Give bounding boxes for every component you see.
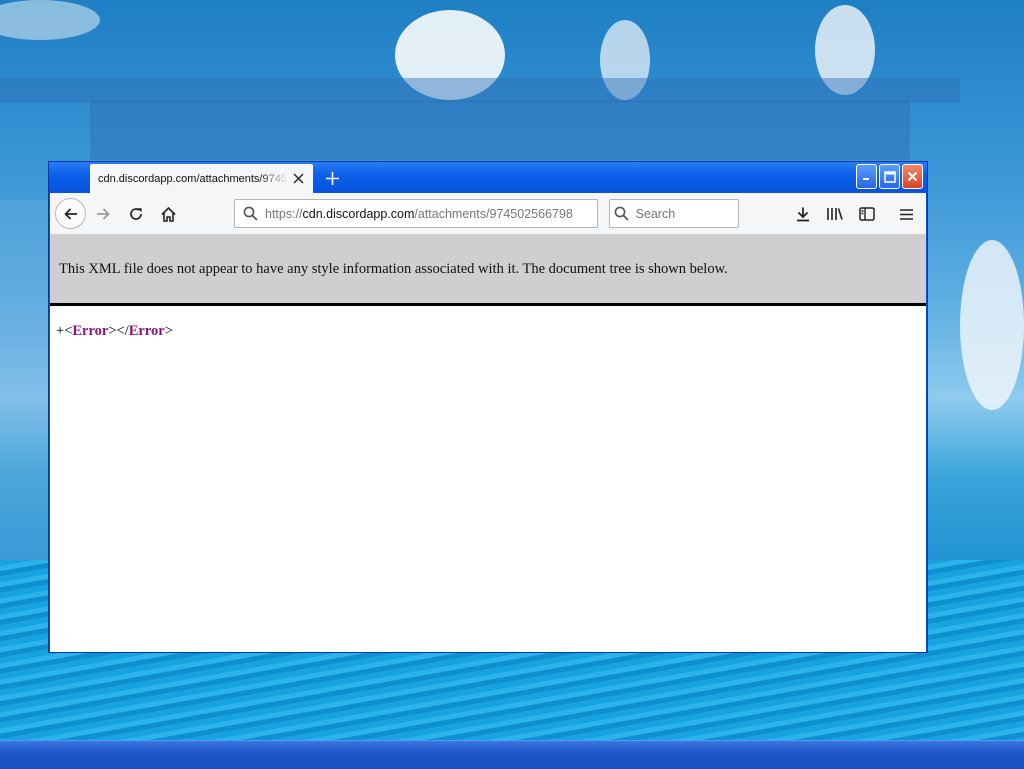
plus-icon bbox=[325, 171, 339, 185]
minimize-icon bbox=[863, 178, 869, 180]
navigation-toolbar: https://cdn.discordapp.com/attachments/9… bbox=[50, 193, 926, 235]
browser-window: cdn.discordapp.com/attachments/974502566… bbox=[48, 161, 928, 653]
minimize-button[interactable] bbox=[856, 164, 877, 189]
url-path: /attachments/974502566798 bbox=[414, 206, 573, 221]
tag-close-bracket: > bbox=[108, 323, 117, 339]
tab-title: cdn.discordapp.com/attachments/974502566… bbox=[98, 172, 288, 185]
search-icon bbox=[235, 206, 265, 221]
tag-end-close-bracket: > bbox=[164, 323, 173, 339]
xml-open-tag: Error bbox=[72, 323, 109, 339]
close-icon bbox=[907, 171, 918, 182]
browser-tab[interactable]: cdn.discordapp.com/attachments/974502566… bbox=[90, 164, 313, 193]
tag-end-open-bracket: </ bbox=[116, 323, 129, 339]
download-icon bbox=[797, 207, 809, 222]
expand-toggle[interactable]: + bbox=[56, 323, 64, 339]
maximize-button[interactable] bbox=[879, 164, 900, 189]
reload-icon bbox=[130, 208, 142, 220]
library-icon bbox=[827, 208, 843, 220]
close-window-button[interactable] bbox=[902, 164, 923, 189]
taskbar bbox=[0, 740, 1024, 769]
reload-button[interactable] bbox=[126, 204, 146, 224]
search-box[interactable] bbox=[609, 199, 739, 228]
sidebar-icon bbox=[859, 207, 875, 221]
xml-close-tag: Error bbox=[128, 323, 165, 339]
url-host: cdn.discordapp.com bbox=[302, 206, 415, 221]
back-button[interactable] bbox=[55, 198, 86, 229]
home-icon bbox=[160, 206, 176, 222]
url-text: https://cdn.discordapp.com/attachments/9… bbox=[265, 207, 573, 221]
library-button[interactable] bbox=[825, 204, 845, 224]
hamburger-menu-icon bbox=[899, 208, 913, 220]
home-button[interactable] bbox=[158, 204, 178, 224]
search-input[interactable] bbox=[633, 205, 738, 222]
new-tab-button[interactable] bbox=[321, 167, 343, 189]
maximize-icon bbox=[883, 170, 896, 183]
page-content: This XML file does not appear to have an… bbox=[50, 235, 926, 652]
title-bar: cdn.discordapp.com/attachments/974502566… bbox=[49, 162, 927, 193]
xml-info-message: This XML file does not appear to have an… bbox=[59, 260, 728, 277]
xml-document-tree: +<Error></Error> bbox=[50, 306, 926, 340]
xml-info-banner: This XML file does not appear to have an… bbox=[50, 235, 926, 306]
downloads-button[interactable] bbox=[793, 204, 813, 224]
forward-arrow-icon bbox=[97, 208, 110, 220]
url-scheme: https:// bbox=[265, 206, 303, 221]
forward-button[interactable] bbox=[93, 204, 113, 224]
url-bar[interactable]: https://cdn.discordapp.com/attachments/9… bbox=[234, 199, 598, 228]
search-icon bbox=[610, 206, 634, 221]
close-tab-icon[interactable] bbox=[291, 172, 305, 186]
menu-button[interactable] bbox=[896, 204, 916, 224]
sidebar-button[interactable] bbox=[857, 204, 877, 224]
back-arrow-icon bbox=[63, 207, 77, 220]
